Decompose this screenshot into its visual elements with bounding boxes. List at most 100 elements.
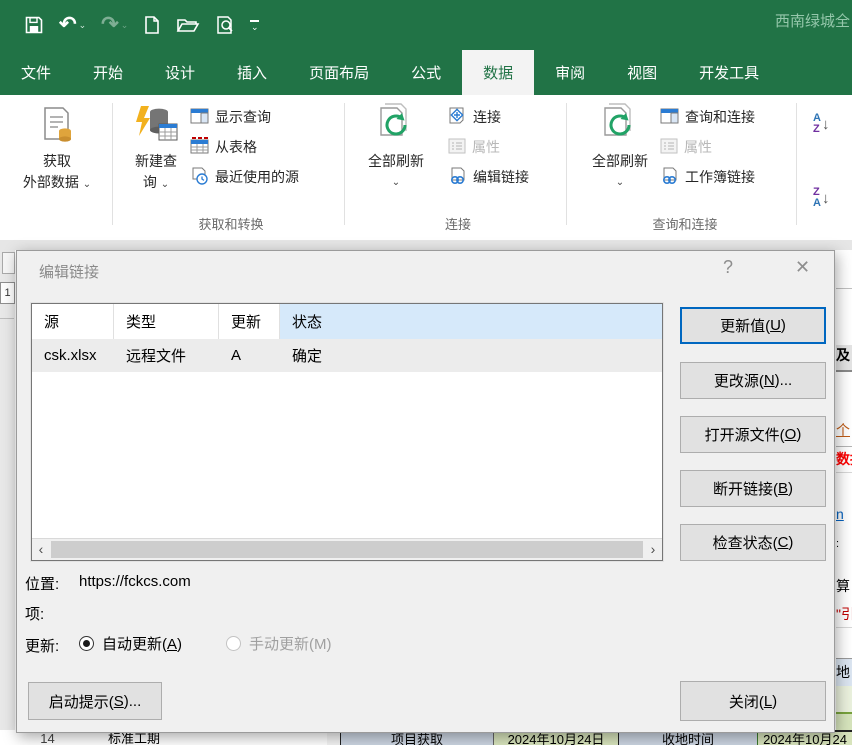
show-queries-icon bbox=[190, 108, 209, 127]
chevron-down-icon: ⌄ bbox=[616, 172, 624, 193]
sort-za-button[interactable]: Z A ↓ bbox=[813, 187, 829, 209]
print-preview-button[interactable] bbox=[215, 15, 235, 35]
workbook-links-button[interactable]: 工作簿链接 bbox=[660, 165, 755, 189]
column-header-source[interactable]: 源 bbox=[32, 304, 114, 339]
check-status-button[interactable]: 检查状态(C) bbox=[680, 524, 826, 561]
new-query-label-line2: 询 ⌄ bbox=[143, 172, 169, 195]
from-table-label: 从表格 bbox=[215, 137, 257, 157]
new-query-icon bbox=[133, 99, 179, 151]
sheet-gridline bbox=[836, 288, 852, 289]
change-source-button[interactable]: 更改源(N)... bbox=[680, 362, 826, 399]
properties-icon bbox=[448, 138, 466, 157]
radio-manual-update bbox=[226, 636, 241, 651]
connections-button[interactable]: 连接 bbox=[448, 105, 501, 129]
properties-label: 属性 bbox=[684, 137, 712, 157]
sheet-cell-fragment: 及 bbox=[836, 345, 852, 372]
edit-links-button[interactable]: 编辑链接 bbox=[448, 165, 529, 189]
redo-icon: ↷ bbox=[101, 15, 119, 35]
column-header-type[interactable]: 类型 bbox=[114, 304, 219, 339]
show-queries-button[interactable]: 显示查询 bbox=[190, 105, 271, 129]
close-icon[interactable]: ✕ bbox=[795, 257, 810, 278]
break-link-button[interactable]: 断开链接(B) bbox=[680, 470, 826, 507]
queries-connections-button[interactable]: 查询和连接 bbox=[660, 105, 755, 129]
refresh-all-icon bbox=[599, 99, 641, 151]
update-label: 更新: bbox=[25, 635, 59, 656]
help-icon[interactable]: ? bbox=[723, 257, 733, 278]
sort-az-icon: A Z bbox=[813, 113, 821, 135]
update-values-button[interactable]: 更新值(U) bbox=[680, 307, 826, 344]
location-value: https://fckcs.com bbox=[79, 573, 191, 590]
refresh-all-button[interactable]: 全部刷新 ⌄ bbox=[352, 99, 440, 193]
tab-design[interactable]: 设计 bbox=[144, 50, 216, 95]
edit-links-icon bbox=[448, 167, 467, 188]
redo-caret-icon: ⌄ bbox=[121, 20, 129, 31]
edit-links-dialog: 编辑链接 ? ✕ 源 类型 更新 状态 csk.xlsx 远程文件 A 确定 ‹… bbox=[16, 250, 835, 733]
link-source: csk.xlsx bbox=[32, 339, 114, 372]
scroll-right-icon[interactable]: › bbox=[644, 539, 662, 560]
group-label-queries-connections: 查询和连接 bbox=[576, 214, 794, 233]
redo-button: ↷ ⌄ bbox=[101, 15, 128, 35]
ribbon-divider bbox=[112, 103, 113, 225]
column-header-update[interactable]: 更新 bbox=[219, 304, 280, 339]
close-button[interactable]: 关闭(L) bbox=[680, 681, 826, 721]
sheet-cell-fragment: 地 bbox=[836, 658, 852, 687]
tab-formulas[interactable]: 公式 bbox=[390, 50, 462, 95]
link-status: 确定 bbox=[280, 339, 662, 372]
sheet-cell-fragment: n bbox=[836, 504, 852, 526]
show-queries-label: 显示查询 bbox=[215, 107, 271, 127]
open-source-button[interactable]: 打开源文件(O) bbox=[680, 416, 826, 453]
tab-developer[interactable]: 开发工具 bbox=[678, 50, 780, 95]
tab-page-layout[interactable]: 页面布局 bbox=[288, 50, 390, 95]
open-folder-button[interactable] bbox=[176, 15, 200, 35]
startup-prompt-button[interactable]: 启动提示(S)... bbox=[28, 682, 162, 720]
chevron-down-icon: ⌄ bbox=[251, 24, 259, 30]
sort-az-button[interactable]: A Z ↓ bbox=[813, 113, 829, 135]
radio-automatic-update[interactable] bbox=[79, 636, 94, 651]
ribbon-divider bbox=[566, 103, 567, 225]
item-label: 项: bbox=[25, 603, 44, 624]
properties-button-2: 属性 bbox=[660, 135, 712, 159]
undo-caret-icon[interactable]: ⌄ bbox=[79, 20, 87, 31]
connections-label: 连接 bbox=[473, 107, 501, 127]
link-row[interactable]: csk.xlsx 远程文件 A 确定 bbox=[32, 339, 662, 372]
get-external-data-button[interactable]: 获取 外部数据 ⌄ bbox=[18, 99, 96, 195]
tab-insert[interactable]: 插入 bbox=[216, 50, 288, 95]
new-file-button[interactable] bbox=[143, 15, 161, 35]
refresh-all-button-2[interactable]: 全部刷新 ⌄ bbox=[576, 99, 664, 193]
window-title: 西南绿城全 bbox=[775, 10, 850, 31]
tab-view[interactable]: 视图 bbox=[606, 50, 678, 95]
sheet-cell-fragment: 算 bbox=[836, 576, 852, 598]
tab-home[interactable]: 开始 bbox=[72, 50, 144, 95]
scrollbar-thumb[interactable] bbox=[51, 541, 643, 558]
excel-window: ↶ ⌄ ↷ ⌄ bbox=[0, 0, 852, 745]
save-icon[interactable] bbox=[24, 15, 44, 35]
horizontal-scrollbar[interactable]: ‹ › bbox=[32, 538, 662, 560]
edit-links-label: 编辑链接 bbox=[473, 167, 529, 187]
scroll-left-icon[interactable]: ‹ bbox=[32, 539, 50, 560]
location-label: 位置: bbox=[25, 573, 59, 594]
sheet-cell-fragment: : bbox=[836, 534, 852, 548]
links-list[interactable]: 源 类型 更新 状态 csk.xlsx 远程文件 A 确定 ‹ › bbox=[31, 303, 663, 561]
recent-sources-button[interactable]: 最近使用的源 bbox=[190, 165, 299, 189]
customize-qat-button[interactable]: ⌄ bbox=[250, 20, 259, 30]
properties-label: 属性 bbox=[472, 137, 500, 157]
new-query-button[interactable]: 新建查 询 ⌄ bbox=[124, 99, 188, 195]
tab-review[interactable]: 审阅 bbox=[534, 50, 606, 95]
formula-bar-strip bbox=[0, 240, 852, 250]
from-table-button[interactable]: 从表格 bbox=[190, 135, 257, 159]
properties-icon bbox=[660, 138, 678, 157]
tab-file[interactable]: 文件 bbox=[0, 50, 72, 95]
sheet-left-edge: 1 bbox=[0, 250, 15, 730]
undo-button[interactable]: ↶ ⌄ bbox=[59, 15, 86, 35]
queries-connections-label: 查询和连接 bbox=[685, 107, 755, 127]
tab-data[interactable]: 数据 bbox=[462, 50, 534, 95]
get-external-label-line1: 获取 bbox=[43, 151, 71, 172]
radio-automatic-label[interactable]: 自动更新(A) bbox=[102, 633, 182, 654]
sheet-right-edge: 及 个 数据 n : 算 "引 地 bbox=[835, 250, 852, 732]
quick-access-toolbar: ↶ ⌄ ↷ ⌄ bbox=[24, 0, 259, 50]
external-data-icon bbox=[38, 99, 76, 151]
get-external-label-line2: 外部数据 ⌄ bbox=[23, 172, 91, 195]
column-header-status[interactable]: 状态 bbox=[280, 304, 662, 339]
sheet-cell-fragment bbox=[836, 686, 852, 714]
connections-icon bbox=[448, 107, 467, 128]
